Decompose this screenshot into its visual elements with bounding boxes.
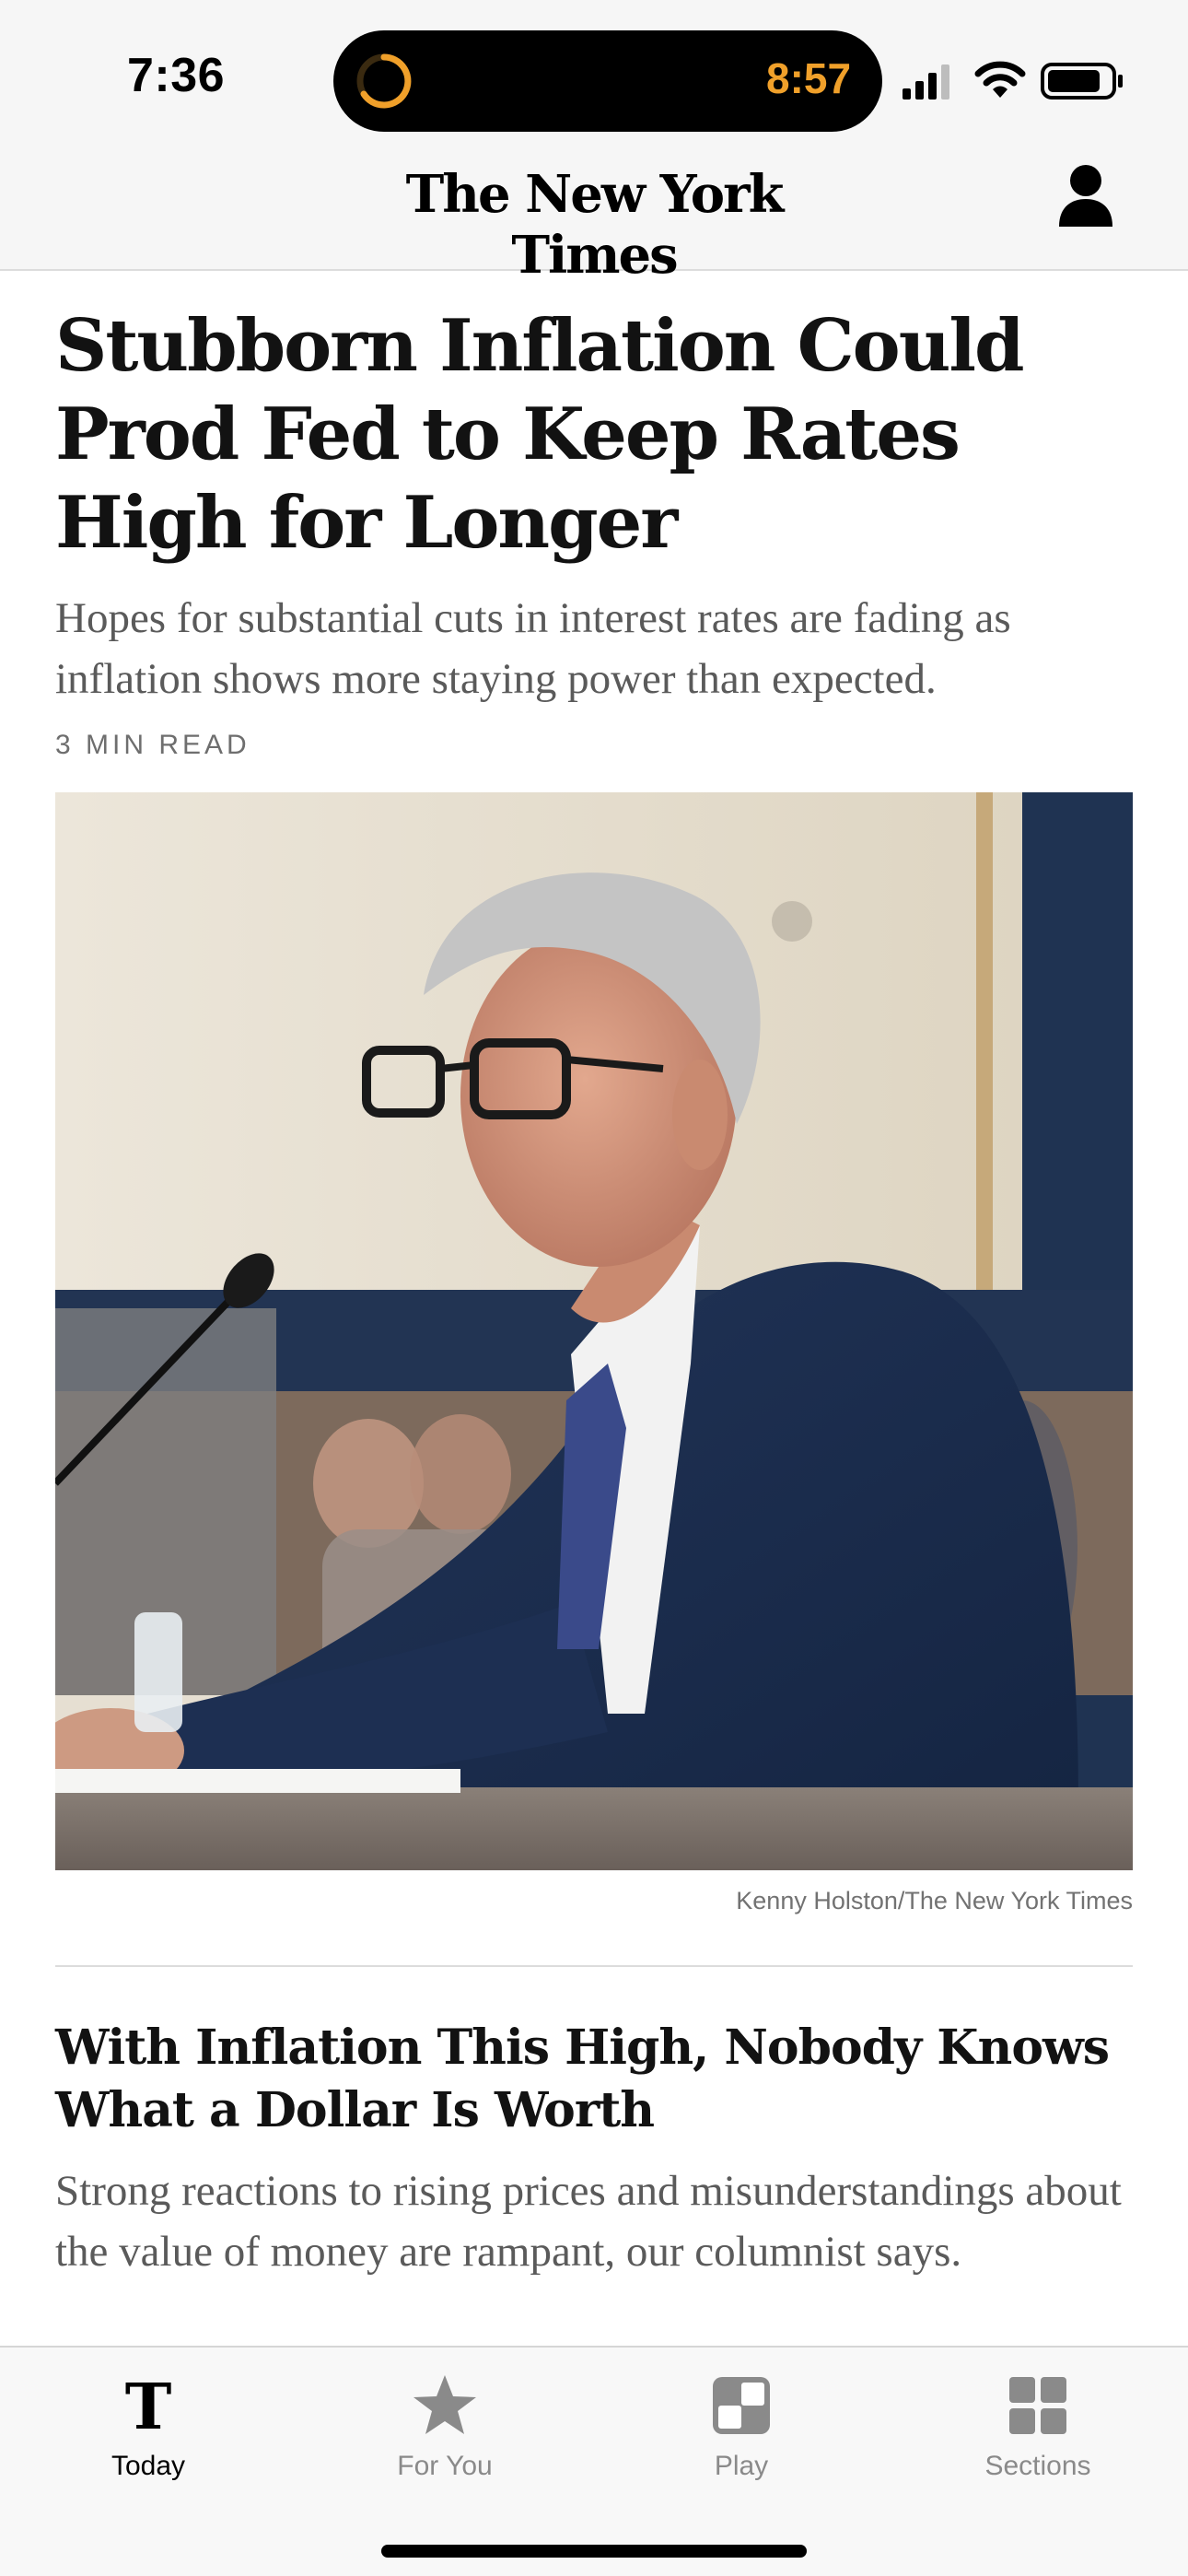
wifi-icon (974, 61, 1026, 98)
photo-credit: Kenny Holston/The New York Times (736, 1887, 1133, 1914)
grid-icon (1009, 2377, 1066, 2434)
home-indicator[interactable] (381, 2545, 807, 2558)
battery-icon (1041, 63, 1123, 100)
tab-today[interactable]: T Today (0, 2371, 297, 2491)
cellular-signal-icon (903, 64, 949, 100)
tab-play[interactable]: Play (593, 2371, 890, 2491)
games-icon (713, 2377, 770, 2434)
tab-bar: T Today For You Play Sections (0, 2346, 1188, 2576)
status-time: 7:36 (127, 49, 226, 102)
tab-for-you[interactable]: For You (297, 2371, 593, 2491)
nyt-app-screen: 7:36 8:57 The New York Times Stubborn In… (0, 0, 1188, 2576)
second-story-headline[interactable]: With Inflation This High, Nobody Knows W… (55, 2017, 1133, 2142)
masthead-logo[interactable]: The New York Times (341, 164, 847, 286)
second-story-summary[interactable]: Strong reactions to rising prices and mi… (55, 2160, 1133, 2282)
live-activity-time: 8:57 (766, 54, 852, 102)
lead-story-summary[interactable]: Hopes for substantial cuts in interest r… (55, 588, 1133, 709)
star-icon (413, 2375, 476, 2434)
tab-sections[interactable]: Sections (890, 2371, 1186, 2491)
story-divider (55, 1965, 1133, 1967)
lead-story-photo[interactable] (55, 792, 1133, 1870)
story-feed: Stubborn Inflation Could Prod Fed to Kee… (55, 269, 1133, 2282)
lead-story-headline[interactable]: Stubborn Inflation Could Prod Fed to Kee… (55, 302, 1133, 568)
top-bar: 7:36 8:57 The New York Times (0, 0, 1188, 286)
nyt-t-logo-icon: T (125, 2371, 172, 2440)
tab-sections-label: Sections (984, 2451, 1091, 2481)
read-time-label: 3 MIN READ (55, 730, 250, 760)
tab-play-label: Play (714, 2451, 769, 2481)
person-icon[interactable] (1055, 162, 1116, 228)
svg-text:T: T (125, 2371, 172, 2440)
tab-today-label: Today (111, 2451, 186, 2481)
tab-for-you-label: For You (397, 2451, 493, 2481)
timer-icon (356, 53, 412, 109)
